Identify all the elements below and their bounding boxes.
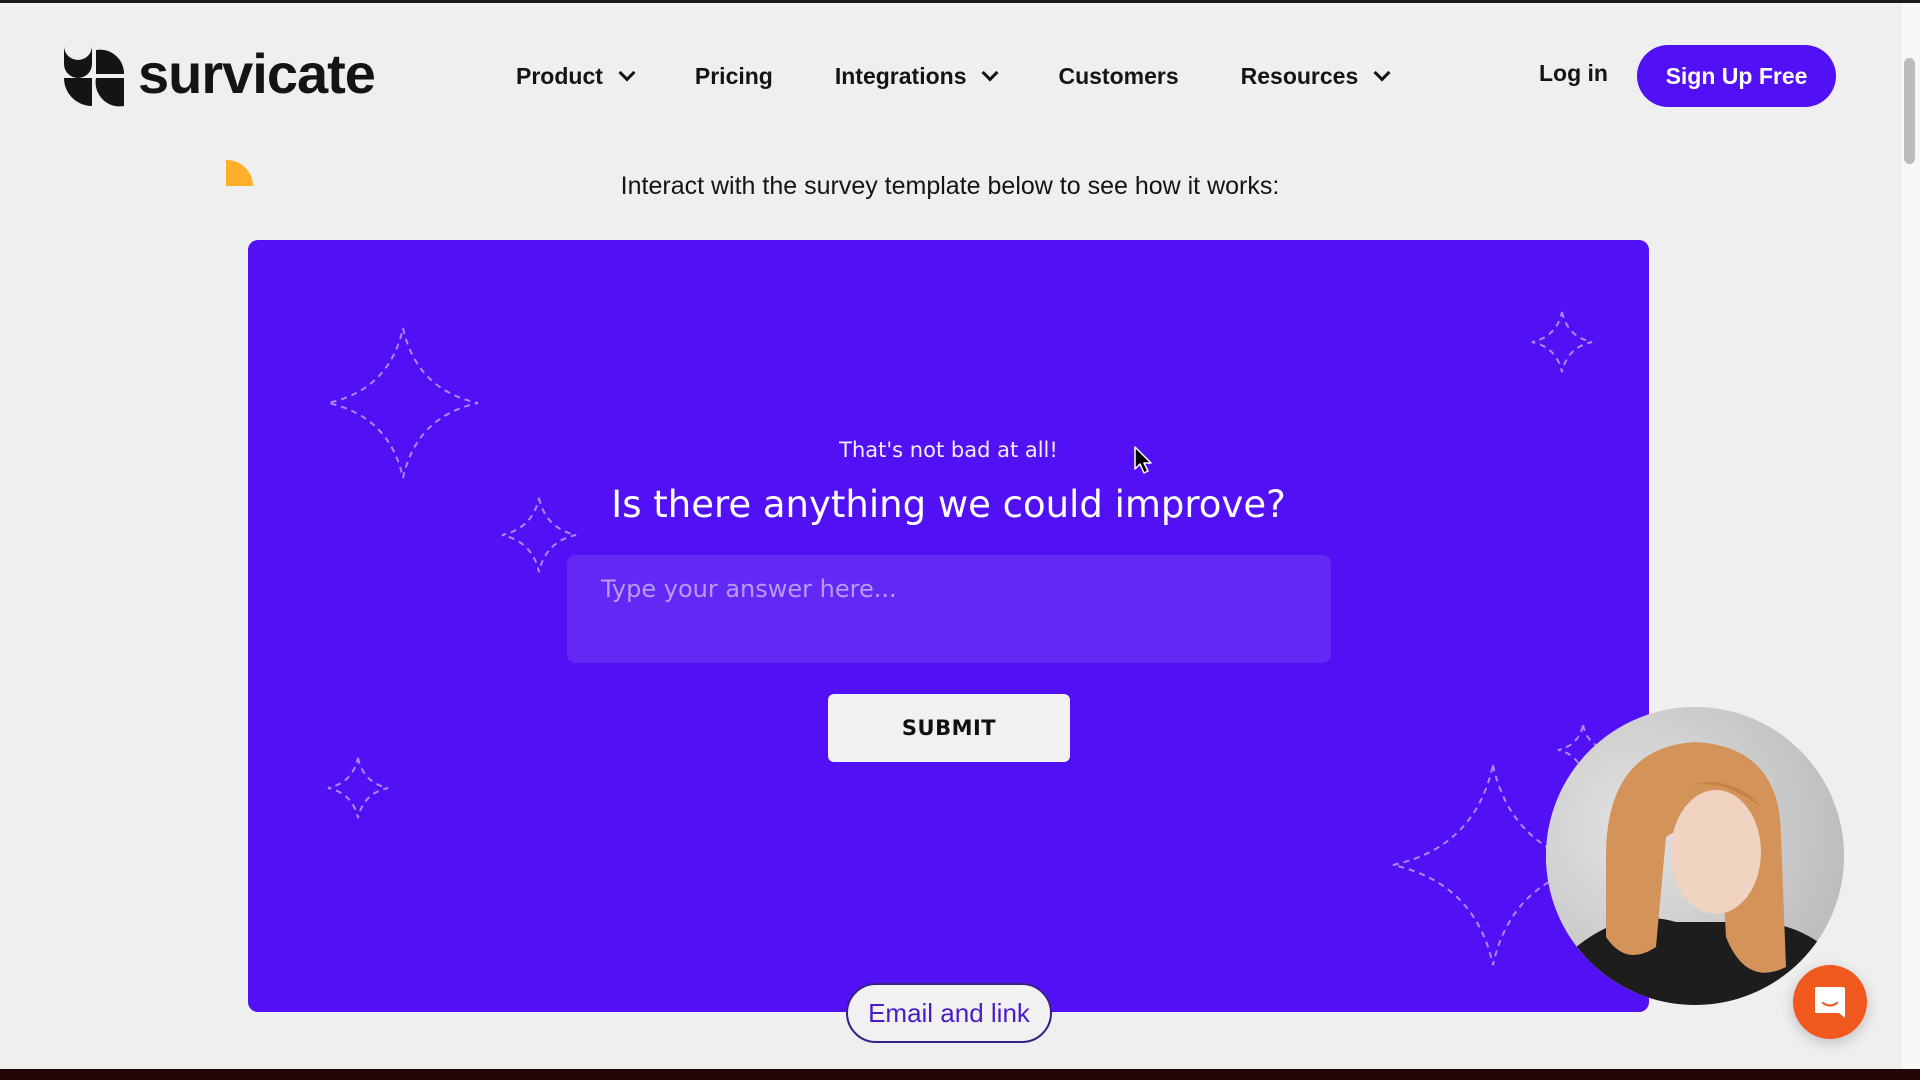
chat-bubble-smile-icon (1815, 987, 1845, 1018)
brand-name: survicate (138, 42, 376, 105)
survey-subtitle: That's not bad at all! (839, 438, 1058, 462)
browser-top-border (0, 0, 1920, 3)
screen-bottom-edge (0, 1069, 1920, 1080)
chevron-down-icon (1373, 64, 1391, 82)
signup-button[interactable]: Sign Up Free (1637, 45, 1836, 107)
nav-item-label: Product (516, 62, 603, 89)
main-nav: Product Pricing Integrations Customers R… (516, 58, 1450, 94)
presenter-video-icon (1546, 707, 1844, 1005)
nav-item-pricing[interactable]: Pricing (695, 63, 773, 90)
chat-launcher-button[interactable] (1793, 965, 1867, 1039)
webcam-overlay (1546, 707, 1844, 1005)
nav-item-product[interactable]: Product (516, 62, 636, 90)
mouse-pointer-icon (1134, 446, 1152, 474)
nav-item-label: Integrations (834, 62, 967, 89)
answer-input[interactable] (567, 555, 1331, 663)
logo[interactable]: survicate (62, 42, 376, 108)
nav-item-label: Resources (1240, 62, 1359, 89)
email-and-link-tab[interactable]: Email and link (846, 983, 1052, 1043)
nav-item-resources[interactable]: Resources (1240, 62, 1391, 90)
submit-button[interactable]: SUBMIT (828, 694, 1070, 762)
survicate-logo-icon (64, 46, 125, 107)
nav-item-customers[interactable]: Customers (1058, 63, 1178, 90)
survey-preview-card: That's not bad at all! Is there anything… (248, 240, 1649, 1012)
nav-item-integrations[interactable]: Integrations (834, 62, 999, 90)
intro-text: Interact with the survey template below … (620, 172, 1280, 200)
nav-item-label: Customers (1058, 62, 1179, 89)
chevron-down-icon (981, 64, 999, 82)
survey-question: Is there anything we could improve? (611, 483, 1286, 526)
chevron-down-icon (618, 64, 636, 82)
nav-item-label: Pricing (694, 62, 773, 89)
scrollbar-thumb[interactable] (1904, 58, 1915, 164)
sparkle-icon (327, 757, 389, 819)
sparkle-icon (1531, 311, 1593, 373)
login-link[interactable]: Log in (1539, 60, 1608, 87)
